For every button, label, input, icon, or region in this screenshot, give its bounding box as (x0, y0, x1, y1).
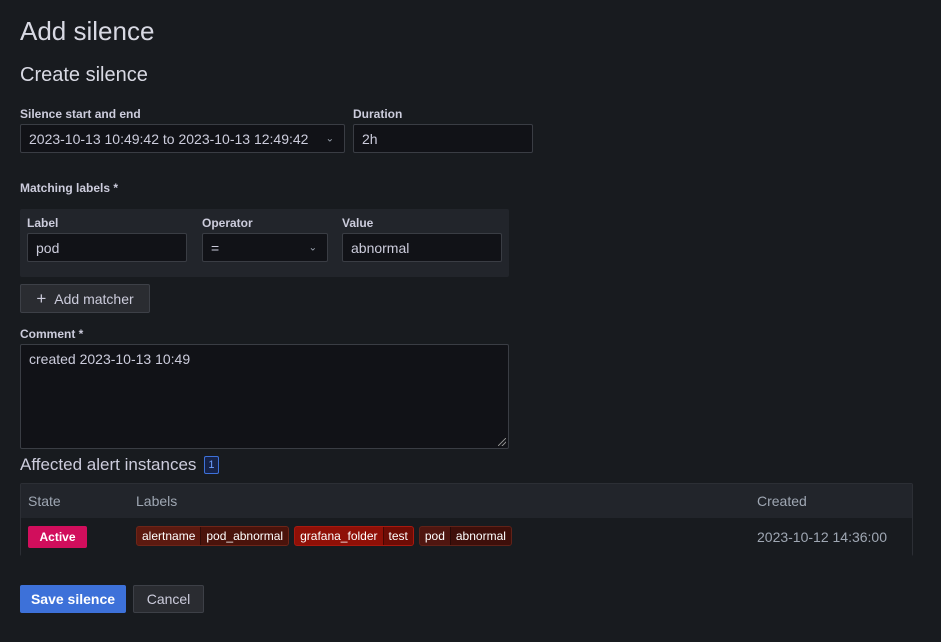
label-value: abnormal (449, 527, 511, 545)
matcher-row: Label pod Operator = ⌄ Value abnormal (20, 209, 509, 277)
cancel-button[interactable]: Cancel (133, 585, 204, 613)
duration-label: Duration (353, 107, 403, 121)
label-tag: pod abnormal (418, 526, 512, 546)
label-tag: alertname pod_abnormal (136, 526, 290, 546)
labels-list: alertname pod_abnormal grafana_folder te… (136, 526, 512, 546)
label-key: pod (424, 529, 445, 543)
table-row: Active alertname pod_abnormal grafana_fo… (21, 518, 912, 556)
time-range-picker[interactable]: 2023-10-13 10:49:42 to 2023-10-13 12:49:… (20, 124, 345, 153)
matcher-operator-header: Operator (202, 216, 253, 230)
count-badge: 1 (204, 456, 219, 474)
save-silence-button[interactable]: Save silence (20, 585, 126, 613)
label-value: pod_abnormal (200, 527, 289, 545)
comment-textarea[interactable]: created 2023-10-13 10:49 (20, 344, 509, 449)
column-state: State (28, 493, 61, 509)
matcher-operator-select[interactable]: = ⌄ (202, 233, 328, 262)
affected-instances-header: Affected alert instances 1 (20, 455, 219, 475)
duration-input[interactable]: 2h (353, 124, 533, 153)
chevron-down-icon: ⌄ (308, 242, 317, 253)
matching-labels-label: Matching labels * (20, 181, 119, 195)
affected-instances-table: State Labels Created Active alertname po… (20, 483, 913, 556)
duration-value: 2h (362, 130, 378, 147)
time-range-value: 2023-10-13 10:49:42 to 2023-10-13 12:49:… (29, 130, 309, 147)
label-key: alertname (142, 529, 196, 543)
label-tag: grafana_folder test (294, 526, 414, 546)
resize-handle-icon[interactable] (498, 438, 506, 446)
section-title-create: Create silence (20, 64, 148, 86)
time-range-label: Silence start and end (20, 107, 141, 121)
chevron-down-icon: ⌄ (325, 133, 334, 144)
matcher-label-value: pod (36, 239, 60, 256)
label-value: test (382, 527, 413, 545)
state-badge: Active (28, 526, 87, 548)
created-time: 2023-10-12 14:36:00 (757, 529, 887, 545)
add-matcher-button[interactable]: + Add matcher (20, 284, 150, 313)
column-labels: Labels (136, 493, 178, 509)
table-header: State Labels Created (21, 484, 912, 518)
column-created: Created (757, 493, 807, 509)
add-matcher-label: Add matcher (54, 290, 134, 307)
matcher-operator-value: = (211, 239, 220, 256)
label-key: grafana_folder (300, 529, 378, 543)
matcher-value-header: Value (342, 216, 374, 230)
affected-instances-title: Affected alert instances (20, 455, 197, 474)
matcher-label-input[interactable]: pod (27, 233, 187, 262)
matcher-value-value: abnormal (351, 239, 410, 256)
plus-icon: + (36, 288, 47, 308)
matcher-value-input[interactable]: abnormal (342, 233, 502, 262)
page-title: Add silence (20, 16, 155, 46)
comment-label: Comment * (20, 327, 84, 341)
matcher-label-header: Label (27, 216, 59, 230)
comment-value: created 2023-10-13 10:49 (29, 351, 191, 367)
